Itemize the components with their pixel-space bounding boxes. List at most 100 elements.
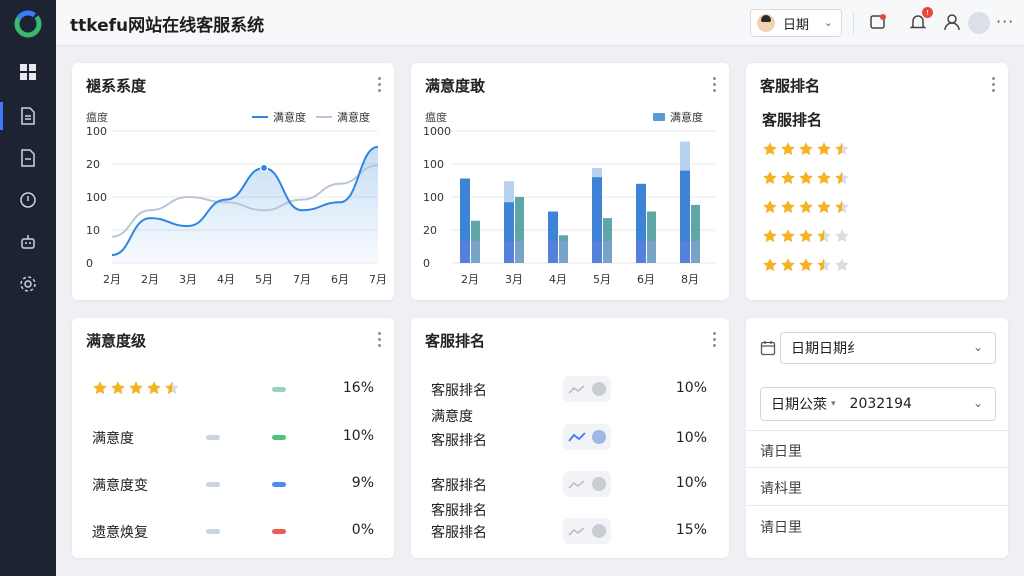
level-indicator <box>206 435 220 440</box>
period-select[interactable]: 日期公萊 ▾ 2032194 ⌄ <box>760 387 996 421</box>
x-tick-label: 5月 <box>593 273 611 286</box>
y-tick-label: 0 <box>86 257 93 270</box>
card-title: 客服排名 <box>760 77 821 95</box>
message-button[interactable] <box>866 10 890 34</box>
ranking-label: 客服排名 <box>431 478 487 494</box>
logo-icon <box>14 10 42 38</box>
user-button[interactable] <box>940 10 964 34</box>
filter-option[interactable]: 请枓里 ⌄ <box>746 468 1008 506</box>
toggle-knob <box>592 524 606 538</box>
bar-base <box>680 241 690 263</box>
rating-stars <box>762 228 852 244</box>
document-icon <box>21 107 35 125</box>
card-subtitle: 客服排名 <box>762 111 823 129</box>
sidebar-item-settings[interactable] <box>0 264 56 304</box>
x-tick-label: 3月 <box>179 273 197 286</box>
agent-ranking-card: 客服排名 客服排名 <box>746 63 1008 300</box>
top-header: ttkefu网站在线客服系统 日期 ⌄ ! ··· <box>56 0 1024 46</box>
date-range-value: 日期日期纟 <box>791 341 861 357</box>
ranking-label: 客服排名 <box>431 525 487 541</box>
bar-base <box>691 241 700 263</box>
star-icon <box>817 142 831 156</box>
date-range-select[interactable]: 日期日期纟 ⌄ <box>780 332 996 364</box>
y-tick-label: 0 <box>423 257 430 270</box>
bar-base <box>515 241 524 263</box>
bar-base <box>636 241 646 263</box>
star-icon <box>763 229 777 243</box>
more-vertical-icon[interactable] <box>376 330 382 348</box>
star-icon <box>781 200 795 214</box>
star-icon <box>835 200 849 214</box>
toggle-knob <box>592 382 606 396</box>
more-vertical-icon[interactable] <box>711 330 717 348</box>
trend-toggle[interactable] <box>563 376 611 402</box>
star-icon <box>835 258 849 272</box>
star-icon <box>763 200 777 214</box>
x-tick-label: 6月 <box>331 273 349 286</box>
star-icon <box>817 229 831 243</box>
rating-stars <box>762 257 852 273</box>
toggle-knob <box>592 430 606 444</box>
user-icon <box>944 14 960 31</box>
ranking-value: 10% <box>675 430 707 446</box>
dashboard-icon <box>20 64 36 80</box>
y-tick-label: 20 <box>423 224 437 237</box>
satisfaction-level-card: 满意度级 16% 满意度 10% 满意度变 9% 遗意焕复 0% <box>72 318 394 558</box>
sidebar-item-dashboard[interactable] <box>0 52 56 92</box>
star-icon <box>781 258 795 272</box>
star-icon <box>781 229 795 243</box>
rating-stars <box>92 380 182 396</box>
caret-down-icon: ▾ <box>831 399 836 409</box>
list-item: 满意度变 9% <box>86 472 380 496</box>
chevron-down-icon: ⌄ <box>760 478 771 492</box>
ranking-sublabel: 客服排名 <box>431 503 487 519</box>
calendar-icon <box>760 341 776 356</box>
date-select[interactable]: 日期 ⌄ <box>750 9 842 37</box>
level-indicator <box>272 529 286 534</box>
bar-base <box>504 241 514 263</box>
level-indicator <box>206 482 220 487</box>
bar-base <box>647 241 656 263</box>
file-icon <box>21 149 35 167</box>
star-icon <box>129 381 143 395</box>
star-icon <box>799 171 813 185</box>
header-divider <box>853 12 854 34</box>
sidebar-item-files[interactable] <box>0 138 56 178</box>
data-point-highlight <box>259 163 269 173</box>
trend-line-icon <box>568 385 585 394</box>
message-icon <box>870 14 886 29</box>
notification-button[interactable]: ! <box>906 7 933 34</box>
sidebar-item-chat[interactable] <box>0 180 56 220</box>
more-icon[interactable]: ··· <box>996 12 1014 31</box>
filter-option[interactable]: 请日里 ⌄ <box>746 507 1008 545</box>
bar-base <box>460 241 470 263</box>
x-tick-label: 4月 <box>549 273 567 286</box>
x-tick-label: 7月 <box>293 273 311 286</box>
trend-toggle[interactable] <box>563 424 611 450</box>
level-value: 9% <box>351 475 374 491</box>
user-avatar[interactable] <box>968 12 990 34</box>
sidebar-item-documents[interactable] <box>0 96 56 136</box>
x-tick-label: 2月 <box>141 273 159 286</box>
sidebar-item-robot[interactable] <box>0 222 56 262</box>
star-icon <box>111 381 125 395</box>
period-value: 2032194 <box>849 396 912 412</box>
ranking-sublabel: 满意度 <box>431 409 473 425</box>
star-icon <box>763 258 777 272</box>
bar-base <box>559 241 568 263</box>
trend-toggle[interactable] <box>563 518 611 544</box>
level-value: 16% <box>342 380 374 396</box>
star-icon <box>835 229 849 243</box>
x-tick-label: 8月 <box>681 273 699 286</box>
satisfaction-line-chart: 100201001002月 2月 3月 4月 5月 7月 6月 7月 <box>86 125 387 286</box>
bar-base <box>592 241 602 263</box>
trend-toggle[interactable] <box>563 471 611 497</box>
trend-line-icon <box>568 480 585 489</box>
satisfaction-bar-chart: 1000 100 100 20 0 2月 3月 4月 5月 6月 8月 <box>423 125 715 286</box>
avatar <box>757 14 775 32</box>
more-vertical-icon[interactable] <box>990 75 996 93</box>
star-icon <box>165 381 179 395</box>
filter-option[interactable]: 请日里 ⌄ <box>746 430 1008 468</box>
filter-card: 日期日期纟 ⌄ 日期公萊 ▾ 2032194 ⌄ 请日里 ⌄ 请枓里 ⌄ 请日里… <box>746 318 1008 558</box>
y-tick-label: 1000 <box>423 125 451 138</box>
